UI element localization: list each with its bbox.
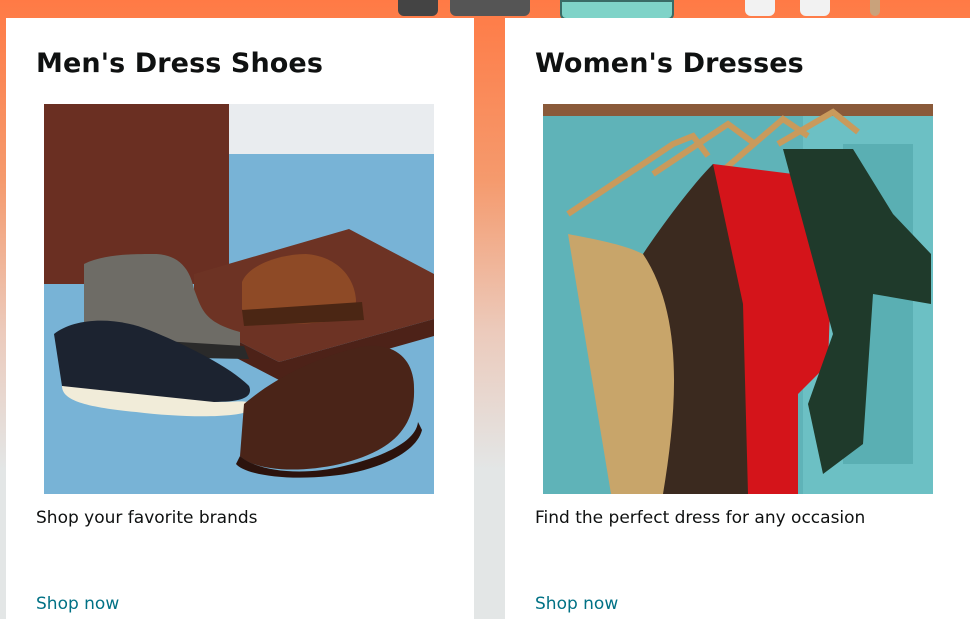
- card-description: Find the perfect dress for any occasion: [535, 508, 866, 528]
- product-image-link[interactable]: [44, 104, 434, 494]
- shop-now-link[interactable]: Shop now: [36, 594, 119, 614]
- card-title: Women's Dresses: [535, 48, 804, 79]
- dress-shoes-image: [44, 104, 434, 494]
- card-description: Shop your favorite brands: [36, 508, 258, 528]
- product-card-mens-dress-shoes: Men's Dress Shoes Shop your favorite bra…: [6, 18, 474, 619]
- card-title: Men's Dress Shoes: [36, 48, 324, 79]
- dresses-image: [543, 104, 933, 494]
- hero-banner-strip: [390, 0, 880, 20]
- shop-now-link[interactable]: Shop now: [535, 594, 618, 614]
- product-card-womens-dresses: Women's Dresses Find the perfect dress f…: [505, 18, 970, 619]
- product-image-link[interactable]: [543, 104, 933, 494]
